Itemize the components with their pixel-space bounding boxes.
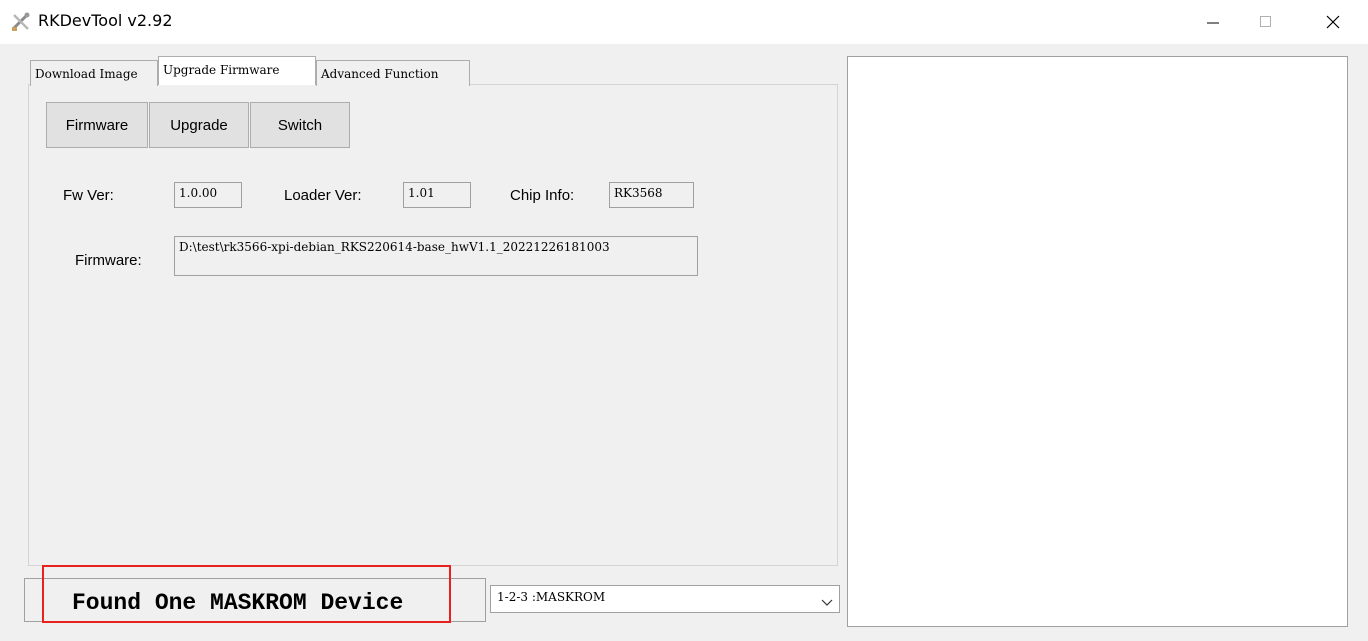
firmware-path-label: Firmware: [75, 252, 142, 269]
close-button[interactable] [1310, 0, 1356, 44]
chip-info-field: RK3568 [609, 182, 694, 208]
device-select[interactable]: 1-2-3 :MASKROM [490, 585, 840, 613]
chevron-down-icon[interactable] [821, 594, 833, 612]
tab-download-image[interactable]: Download Image [30, 60, 158, 86]
window-title: RKDevTool v2.92 [38, 11, 173, 30]
tab-upgrade-firmware[interactable]: Upgrade Firmware [158, 56, 316, 85]
minimize-icon [1207, 22, 1219, 24]
upgrade-firmware-panel [28, 84, 838, 566]
firmware-path-field: D:\test\rk3566-xpi-debian_RKS220614-base… [174, 236, 698, 276]
minimize-button[interactable] [1190, 0, 1236, 44]
title-bar: RKDevTool v2.92 [0, 0, 1368, 44]
status-highlight-box [42, 565, 451, 623]
fw-ver-label: Fw Ver: [63, 187, 114, 204]
maximize-icon [1260, 16, 1271, 27]
switch-button[interactable]: Switch [250, 102, 350, 148]
firmware-button[interactable]: Firmware [46, 102, 148, 148]
loader-ver-label: Loader Ver: [284, 187, 362, 204]
rkdevtool-window: RKDevTool v2.92 Download Image Upgrade F… [0, 0, 1368, 641]
maximize-button[interactable] [1243, 0, 1289, 44]
close-icon [1326, 15, 1340, 29]
log-panel[interactable] [847, 56, 1348, 627]
app-tools-icon [10, 12, 32, 32]
loader-ver-field: 1.01 [403, 182, 471, 208]
tab-advanced-function[interactable]: Advanced Function [316, 60, 470, 86]
chip-info-label: Chip Info: [510, 187, 575, 204]
upgrade-button[interactable]: Upgrade [149, 102, 249, 148]
fw-ver-field: 1.0.00 [174, 182, 242, 208]
device-select-value: 1-2-3 :MASKROM [497, 590, 606, 604]
